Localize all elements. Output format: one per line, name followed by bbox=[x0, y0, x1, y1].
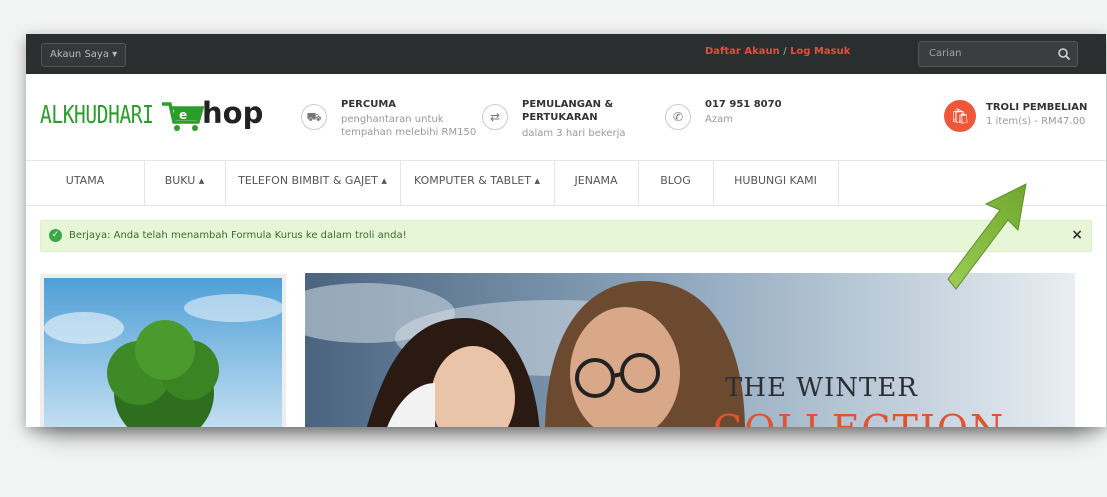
close-icon[interactable]: × bbox=[1071, 227, 1083, 243]
free-shipping-line1: penghantaran untuk bbox=[341, 114, 444, 125]
logo-hop: hop bbox=[202, 96, 264, 130]
nav-item-buku[interactable]: BUKU ▴ bbox=[144, 161, 226, 205]
nav-item-telefon[interactable]: TELEFON BIMBIT & GAJET ▴ bbox=[225, 161, 401, 205]
login-link[interactable]: Log Masuk bbox=[790, 46, 850, 57]
free-shipping-line2: tempahan melebihi RM150 bbox=[341, 127, 477, 138]
exchange-icon: ⇄ bbox=[482, 104, 508, 130]
auth-links: Daftar Akaun / Log Masuk bbox=[705, 46, 850, 57]
register-link[interactable]: Daftar Akaun bbox=[705, 46, 780, 57]
check-icon: ✓ bbox=[49, 229, 62, 242]
hero-title-line1: THE WINTER bbox=[725, 373, 918, 403]
returns-title-line1: PEMULANGAN & bbox=[522, 99, 614, 110]
cart-summary: 1 item(s) - RM47.00 bbox=[986, 116, 1086, 127]
cart-title: TROLI PEMBELIAN bbox=[986, 102, 1088, 113]
search-icon[interactable] bbox=[1057, 46, 1071, 65]
nav-item-utama[interactable]: UTAMA bbox=[26, 161, 145, 205]
auth-separator: / bbox=[783, 46, 787, 57]
nav-item-hubungi[interactable]: HUBUNGI KAMI bbox=[713, 161, 839, 205]
nav-item-komputer[interactable]: KOMPUTER & TABLET ▴ bbox=[400, 161, 555, 205]
logo-cart-icon: e bbox=[162, 102, 205, 131]
nav-item-blog[interactable]: BLOG bbox=[638, 161, 714, 205]
tree-illustration bbox=[44, 278, 282, 427]
site-header: ALKHUDHARI e hop ⛟ PERCUMA penghantaran … bbox=[26, 74, 1106, 160]
nav-item-jenama[interactable]: JENAMA bbox=[554, 161, 639, 205]
shopping-bag-icon: 🛍 bbox=[944, 100, 976, 132]
logo-wordmark: ALKHUDHARI bbox=[40, 100, 154, 129]
hero-banner[interactable]: THE WINTER COLLECTION bbox=[305, 273, 1075, 427]
shop-logo[interactable]: ALKHUDHARI e hop bbox=[40, 96, 263, 136]
alert-message: Berjaya: Anda telah menambah Formula Kur… bbox=[69, 230, 407, 241]
top-bar: Akaun Saya ▾ Daftar Akaun / Log Masuk bbox=[26, 34, 1106, 74]
search-box bbox=[918, 41, 1078, 67]
returns-desc: dalam 3 hari bekerja bbox=[522, 128, 626, 139]
success-alert: ✓ Berjaya: Anda telah menambah Formula K… bbox=[40, 220, 1092, 252]
phone-number: 017 951 8070 bbox=[705, 99, 782, 110]
returns-title-line2: PERTUKARAN bbox=[522, 112, 598, 123]
pointer-arrow-icon bbox=[947, 183, 1027, 290]
free-shipping-title: PERCUMA bbox=[341, 99, 397, 110]
search-input[interactable] bbox=[921, 44, 1057, 62]
phone-contact-name: Azam bbox=[705, 114, 733, 125]
browser-screenshot-card: Akaun Saya ▾ Daftar Akaun / Log Masuk AL… bbox=[26, 34, 1106, 427]
hero-photo bbox=[305, 273, 1075, 427]
phone-icon: ✆ bbox=[665, 104, 691, 130]
truck-icon: ⛟ bbox=[301, 104, 327, 130]
tree-product-image[interactable] bbox=[40, 274, 286, 427]
returns-title: PEMULANGAN & PERTUKARAN bbox=[522, 99, 613, 123]
logo-e-letter: e bbox=[179, 108, 187, 122]
hero-title-line2: COLLECTION bbox=[713, 407, 1005, 427]
free-shipping-desc: penghantaran untuk tempahan melebihi RM1… bbox=[341, 113, 476, 139]
account-dropdown[interactable]: Akaun Saya ▾ bbox=[41, 43, 127, 67]
